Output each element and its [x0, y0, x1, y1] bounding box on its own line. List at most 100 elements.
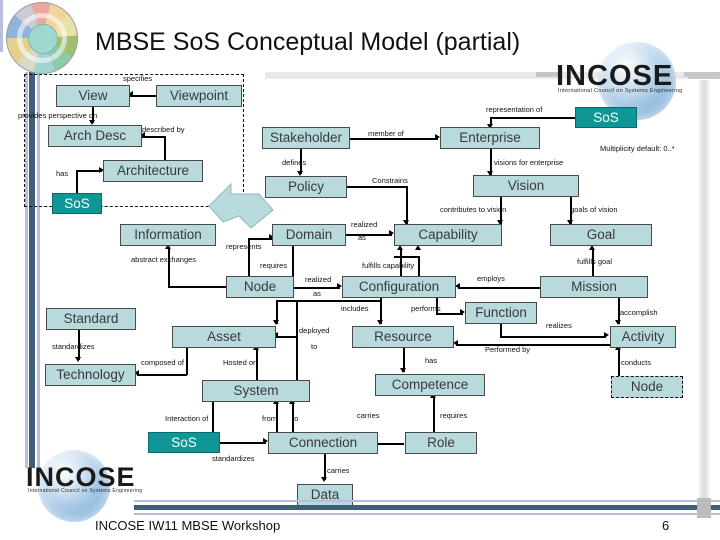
multiplicity-note: Multiplicity default: 0..*	[600, 144, 675, 153]
diagram-node-view[interactable]: View	[56, 85, 130, 107]
diagram-node-data[interactable]: Data	[297, 484, 353, 506]
edge-label-standardizes-2: standardizes	[212, 454, 255, 463]
edge-label-conducts: conducts	[621, 358, 652, 367]
diagram-node-label: Stakeholder	[269, 130, 343, 146]
diagram-node-function[interactable]: Function	[465, 302, 537, 324]
diagram-node-viewpoint[interactable]: Viewpoint	[156, 85, 242, 107]
edge-label-fulfills-goal: fulfills goal	[577, 257, 613, 266]
diagram-node-label: Function	[475, 305, 527, 321]
footer-rule-bottom	[134, 513, 720, 515]
diagram-node-vision[interactable]: Vision	[473, 175, 579, 197]
diagram-node-standard[interactable]: Standard	[46, 308, 136, 330]
diagram-node-system[interactable]: System	[202, 380, 310, 402]
diagram-node-mission[interactable]: Mission	[540, 276, 648, 298]
slide-number: 6	[662, 518, 670, 533]
diagram-node-label: Node	[630, 379, 664, 395]
edge-label-defines: defines	[282, 158, 307, 167]
diagram-node-information[interactable]: Information	[120, 224, 216, 246]
footer-text: INCOSE IW11 MBSE Workshop	[95, 518, 281, 533]
footer-logo-bar-1	[0, 0, 3, 26]
edge-label-hosted-on: Hosted on	[223, 358, 258, 367]
diagram-node-node-right[interactable]: Node	[611, 376, 683, 398]
incose-tagline-footer: International Council on Systems Enginee…	[28, 488, 143, 494]
diagram-node-label: Viewpoint	[169, 88, 229, 104]
diagram-node-sos-right[interactable]: SoS	[575, 107, 637, 128]
diagram-node-connection[interactable]: Connection	[268, 432, 378, 454]
diagram-node-architecture[interactable]: Architecture	[103, 160, 203, 182]
diagram-node-arch-desc[interactable]: Arch Desc	[48, 125, 142, 147]
edge-label-specifies: specifies	[123, 74, 153, 83]
diagram-node-label: System	[233, 383, 279, 399]
edge-label-represents: represents	[226, 242, 262, 251]
edge-label-visions-for-enterprise: visions for enterprise	[494, 158, 564, 167]
diagram-node-label: Standard	[63, 311, 119, 327]
diagram-node-label: Activity	[621, 329, 665, 345]
edge-label-carries-2: carries	[327, 466, 350, 475]
edge-label-deployed-to-a: deployed	[299, 326, 330, 335]
diagram-node-resource[interactable]: Resource	[352, 326, 454, 348]
diagram-node-stakeholder[interactable]: Stakeholder	[262, 127, 350, 149]
footer-rule-mid	[134, 505, 720, 510]
diagram-node-label: Vision	[507, 178, 545, 194]
edge-label-performed-by: Performed by	[485, 345, 531, 354]
diagram-node-label: Mission	[571, 279, 617, 295]
diagram-node-enterprise[interactable]: Enterprise	[440, 127, 540, 149]
edge-label-employs: employs	[477, 274, 505, 283]
edge-label-to: to	[292, 414, 299, 423]
diagram-node-technology[interactable]: Technology	[45, 364, 136, 386]
edge-label-has-competence: has	[425, 356, 438, 365]
diagram-node-sos-top[interactable]: SoS	[52, 193, 102, 214]
edge-label-has-arch: has	[56, 169, 69, 178]
edge-label-realized-as-1b: as	[358, 233, 366, 242]
edge-label-representation-of: representation of	[486, 105, 543, 114]
slide-canvas: MBSE SoS Conceptual Model (partial) INCO…	[0, 0, 720, 540]
diagram-node-configuration[interactable]: Configuration	[342, 276, 456, 298]
diagram-node-label: Technology	[56, 367, 125, 383]
diagram-node-domain[interactable]: Domain	[272, 224, 346, 246]
diagram-node-policy[interactable]: Policy	[265, 176, 347, 198]
incose-tagline: International Council on Systems Enginee…	[558, 88, 683, 94]
edge-label-member-of: member of	[368, 129, 404, 138]
diagram-node-label: Policy	[287, 179, 324, 195]
edge-label-abstract-exchanges: abstract exchanges	[131, 255, 197, 264]
diagram-node-label: Goal	[586, 227, 616, 243]
edge-label-requires-role: requires	[440, 411, 468, 420]
edge-label-realized-as-2: realized	[305, 275, 332, 284]
edge-label-requires-node: requires	[260, 261, 288, 270]
diagram-node-label: SoS	[171, 434, 197, 450]
edge-label-realized-as-2b: as	[313, 289, 321, 298]
incose-rule-right	[684, 72, 712, 77]
diagram-node-label: Enterprise	[459, 130, 521, 146]
diagram-node-label: Capability	[418, 227, 478, 243]
diagram-node-goal[interactable]: Goal	[550, 224, 652, 246]
edge-label-goals-of-vision: goals of vision	[570, 205, 618, 214]
diagram-node-label: SoS	[593, 109, 619, 125]
footer-rule-top	[134, 500, 720, 502]
diagram-node-sos-bottom[interactable]: SoS	[148, 432, 220, 453]
diagram-node-capability[interactable]: Capability	[394, 224, 502, 246]
edge-label-includes: includes	[341, 304, 369, 313]
diagram-node-label: Arch Desc	[63, 128, 127, 144]
edge-label-constrains: Constrains	[372, 176, 408, 185]
edge-label-interaction-of: Interaction of	[165, 414, 209, 423]
diagram-node-label: Architecture	[116, 163, 190, 179]
diagram-node-activity[interactable]: Activity	[610, 326, 676, 348]
diagram-node-role[interactable]: Role	[405, 432, 477, 454]
footer-rule-cap	[697, 498, 711, 518]
edge-label-realizes: realizes	[546, 321, 572, 330]
diagram-node-label: View	[78, 88, 108, 104]
diagram-node-label: Configuration	[358, 279, 440, 295]
edge-label-deployed-to-b: to	[311, 342, 318, 351]
diagram-node-asset[interactable]: Asset	[172, 326, 276, 348]
diagram-node-competence[interactable]: Competence	[375, 374, 485, 396]
diagram-node-label: Role	[427, 435, 455, 451]
diagram-node-label: Resource	[374, 329, 432, 345]
diagram-node-label: Information	[134, 227, 202, 243]
edge-label-standardizes-1: standardizes	[52, 342, 95, 351]
edge-label-contributes-to-vision: contributes to vision	[440, 205, 507, 214]
diagram-node-label: SoS	[64, 195, 90, 211]
edge-label-realized-as-1: realized	[351, 220, 378, 229]
edge-label-carries-1: carries	[357, 411, 380, 420]
diagram-node-node-mid[interactable]: Node	[226, 276, 294, 298]
edge-label-composed-of: composed of	[141, 358, 184, 367]
